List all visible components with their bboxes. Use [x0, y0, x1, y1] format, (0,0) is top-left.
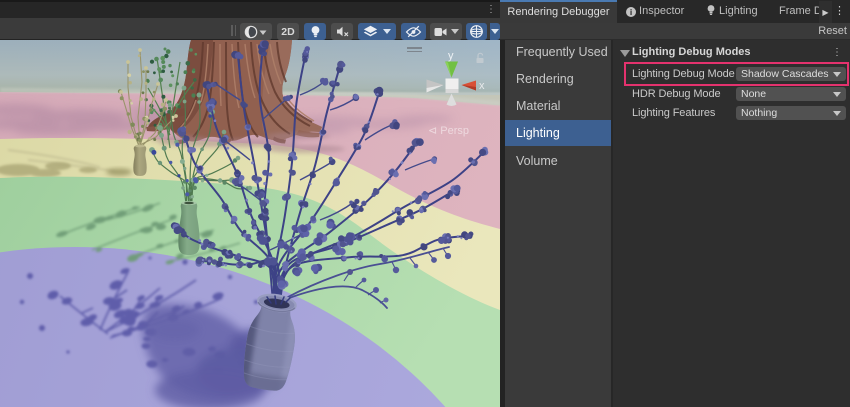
svg-text:y: y — [448, 50, 454, 62]
svg-text:x: x — [479, 80, 485, 92]
